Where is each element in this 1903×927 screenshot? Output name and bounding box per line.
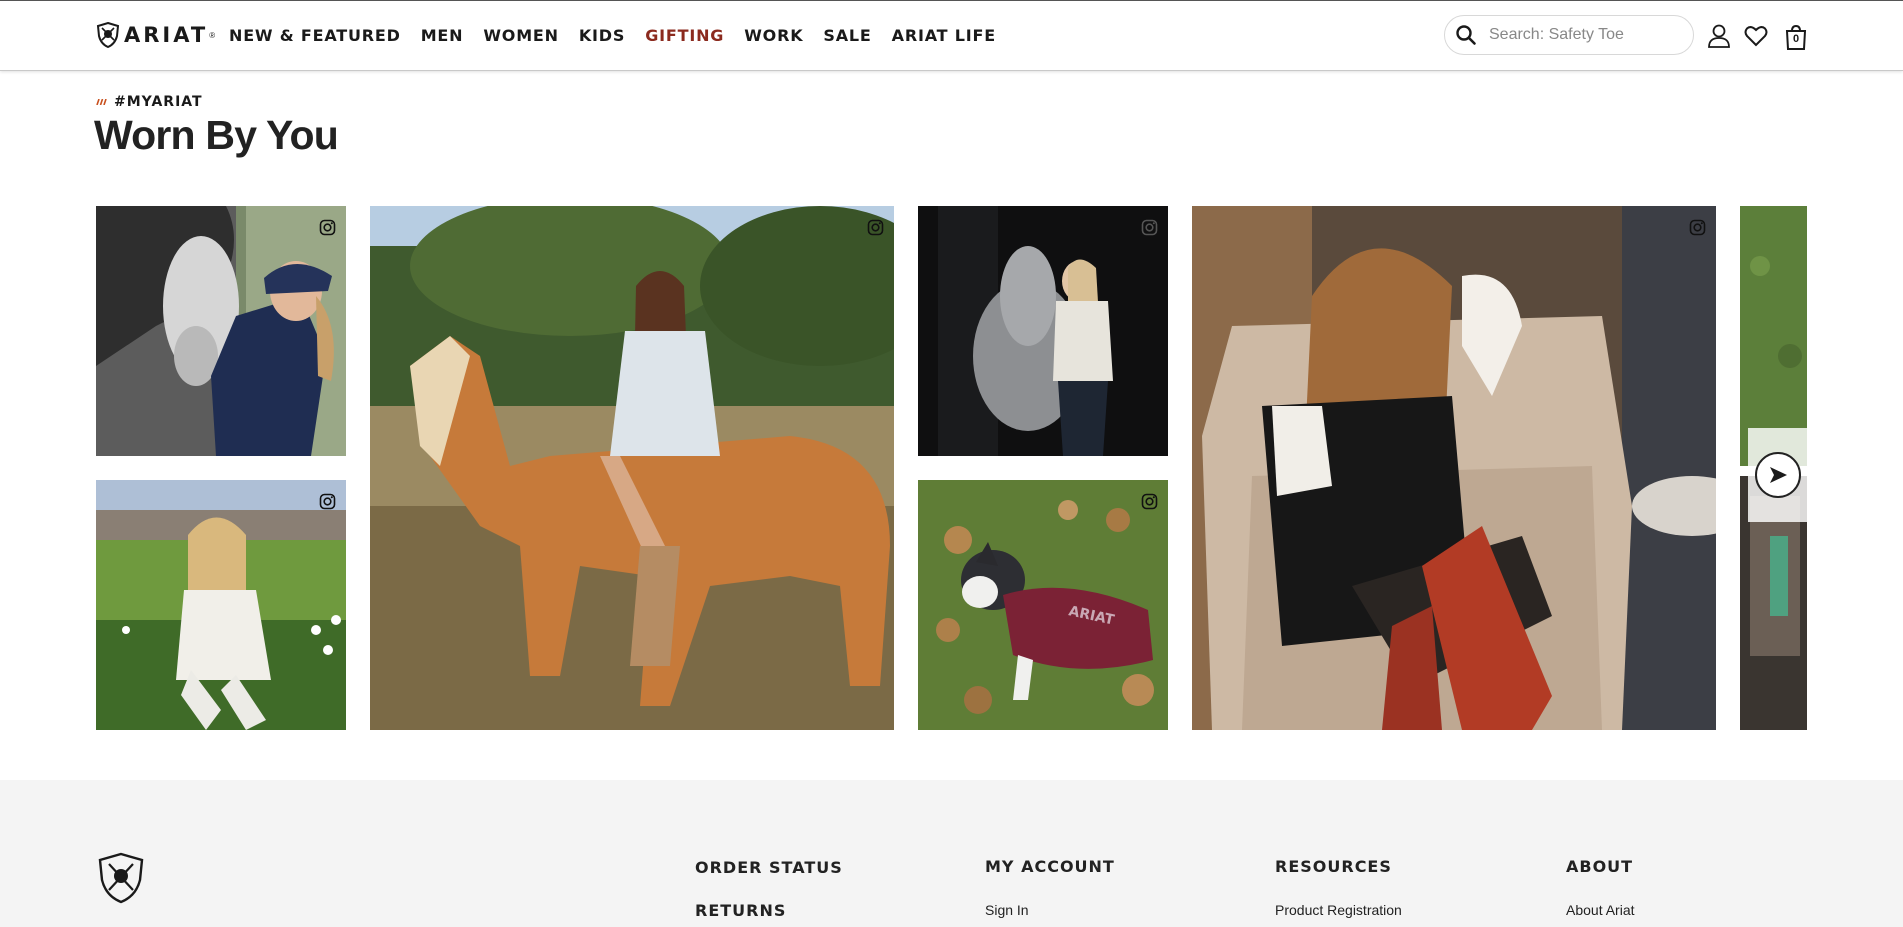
cart-button[interactable]: 0 [1783,23,1809,51]
instagram-icon [1141,493,1158,510]
trademark-symbol: ® [209,30,216,40]
photo-dog-vest: ARIAT [918,480,1168,730]
site-header: ARIAT ® NEW & FEATURED MEN WOMEN KIDS GI… [0,0,1903,71]
ugc-photo-dog-vest[interactable]: ARIAT [918,480,1168,730]
footer-my-account-heading: MY ACCOUNT [985,857,1115,876]
search-bar[interactable] [1444,15,1694,55]
search-icon[interactable] [1455,24,1477,46]
footer-about-heading: ABOUT [1566,857,1634,876]
ugc-photo-palomino-rider[interactable] [370,206,894,730]
ariat-shield-icon [96,22,120,48]
eyebrow-hashtag: #MYARIAT [114,94,203,110]
accent-stripes-icon [96,99,107,105]
instagram-icon [319,219,336,236]
instagram-icon [1689,219,1706,236]
user-icon[interactable] [1706,23,1732,49]
photo-palomino-rider [370,206,894,730]
cart-count: 0 [1792,33,1800,45]
nav-kids[interactable]: KIDS [579,26,625,45]
nav-sale[interactable]: SALE [823,26,871,45]
nav-women[interactable]: WOMEN [483,26,559,45]
photo-flower-field [96,480,346,730]
brand-wordmark: ARIAT [124,23,209,47]
footer-resources-heading: RESOURCES [1275,857,1392,876]
instagram-icon [319,493,336,510]
main-nav: NEW & FEATURED MEN WOMEN KIDS GIFTING WO… [229,26,1016,45]
section-title: Worn By You [94,112,339,158]
instagram-icon [867,219,884,236]
nav-work[interactable]: WORK [744,26,803,45]
ugc-photo-red-boots-chair[interactable] [1192,206,1716,730]
carousel-next-circle [1755,452,1801,498]
ariat-shield-logo-icon[interactable] [96,852,146,904]
nav-gifting[interactable]: GIFTING [645,26,724,45]
ugc-photo-grey-horse-night[interactable] [918,206,1168,456]
heart-icon[interactable] [1743,23,1769,49]
footer-link-about-ariat[interactable]: About Ariat [1566,902,1635,918]
search-input[interactable] [1489,26,1679,44]
section-eyebrow: #MYARIAT [96,94,203,110]
nav-ariat-life[interactable]: ARIAT LIFE [892,26,996,45]
footer-order-status[interactable]: ORDER STATUS [695,858,843,877]
instagram-icon [1141,219,1158,236]
ariat-logo[interactable]: ARIAT ® [96,21,215,49]
footer-returns[interactable]: RETURNS [695,901,786,920]
photo-horse-cap [96,206,346,456]
photo-red-boots-chair [1192,206,1716,730]
nav-men[interactable]: MEN [421,26,464,45]
arrow-right-icon [1770,467,1787,483]
ugc-photo-flower-field[interactable] [96,480,346,730]
footer-link-sign-in[interactable]: Sign In [985,902,1029,918]
footer-link-product-registration[interactable]: Product Registration [1275,902,1402,918]
nav-new-featured[interactable]: NEW & FEATURED [229,26,401,45]
photo-grey-horse-night [918,206,1168,456]
carousel-next-button[interactable] [1748,428,1808,522]
ugc-photo-horse-cap[interactable] [96,206,346,456]
